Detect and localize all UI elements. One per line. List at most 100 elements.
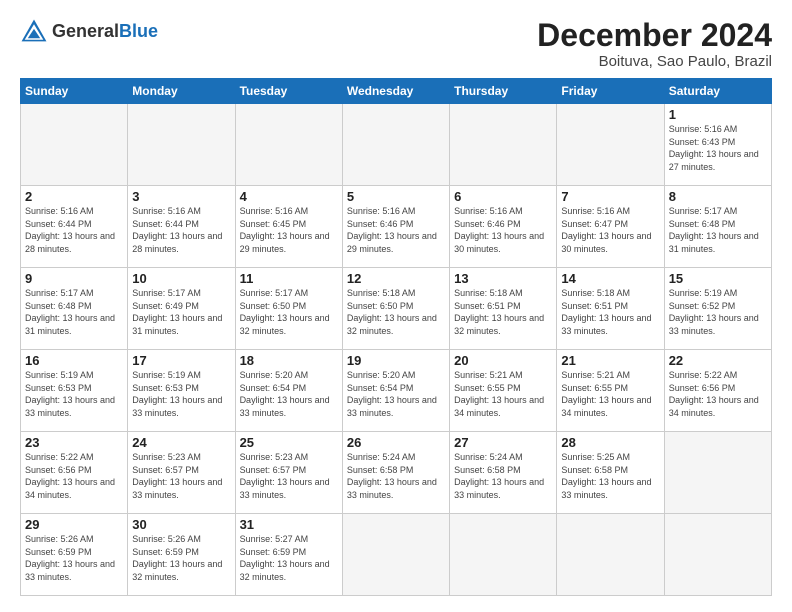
day-info: Sunrise: 5:18 AMSunset: 6:50 PMDaylight:…: [347, 288, 437, 336]
day-info: Sunrise: 5:24 AMSunset: 6:58 PMDaylight:…: [347, 452, 437, 500]
day-info: Sunrise: 5:19 AMSunset: 6:53 PMDaylight:…: [25, 370, 115, 418]
day-number: 27: [454, 435, 552, 450]
calendar-cell: [21, 104, 128, 186]
calendar-week-2: 9 Sunrise: 5:17 AMSunset: 6:48 PMDayligh…: [21, 268, 772, 350]
calendar-cell: 17 Sunrise: 5:19 AMSunset: 6:53 PMDaylig…: [128, 350, 235, 432]
calendar-cell: 29 Sunrise: 5:26 AMSunset: 6:59 PMDaylig…: [21, 514, 128, 596]
day-number: 28: [561, 435, 659, 450]
day-info: Sunrise: 5:17 AMSunset: 6:49 PMDaylight:…: [132, 288, 222, 336]
calendar-cell: 23 Sunrise: 5:22 AMSunset: 6:56 PMDaylig…: [21, 432, 128, 514]
day-info: Sunrise: 5:16 AMSunset: 6:45 PMDaylight:…: [240, 206, 330, 254]
day-info: Sunrise: 5:21 AMSunset: 6:55 PMDaylight:…: [454, 370, 544, 418]
calendar-cell: 20 Sunrise: 5:21 AMSunset: 6:55 PMDaylig…: [450, 350, 557, 432]
day-number: 4: [240, 189, 338, 204]
day-number: 29: [25, 517, 123, 532]
day-info: Sunrise: 5:16 AMSunset: 6:43 PMDaylight:…: [669, 124, 759, 172]
title-area: December 2024 Boituva, Sao Paulo, Brazil: [537, 18, 772, 70]
day-info: Sunrise: 5:21 AMSunset: 6:55 PMDaylight:…: [561, 370, 651, 418]
day-number: 23: [25, 435, 123, 450]
calendar-week-4: 23 Sunrise: 5:22 AMSunset: 6:56 PMDaylig…: [21, 432, 772, 514]
calendar-cell: [450, 104, 557, 186]
day-info: Sunrise: 5:27 AMSunset: 6:59 PMDaylight:…: [240, 534, 330, 582]
calendar-cell: [557, 514, 664, 596]
calendar-table: SundayMondayTuesdayWednesdayThursdayFrid…: [20, 78, 772, 596]
header: GeneralBlue December 2024 Boituva, Sao P…: [20, 18, 772, 70]
day-number: 19: [347, 353, 445, 368]
calendar-cell: 21 Sunrise: 5:21 AMSunset: 6:55 PMDaylig…: [557, 350, 664, 432]
day-info: Sunrise: 5:18 AMSunset: 6:51 PMDaylight:…: [561, 288, 651, 336]
day-header-friday: Friday: [557, 79, 664, 104]
day-number: 15: [669, 271, 767, 286]
calendar-week-3: 16 Sunrise: 5:19 AMSunset: 6:53 PMDaylig…: [21, 350, 772, 432]
day-number: 8: [669, 189, 767, 204]
calendar-cell: [664, 432, 771, 514]
day-info: Sunrise: 5:26 AMSunset: 6:59 PMDaylight:…: [132, 534, 222, 582]
day-number: 6: [454, 189, 552, 204]
day-number: 22: [669, 353, 767, 368]
calendar-cell: 11 Sunrise: 5:17 AMSunset: 6:50 PMDaylig…: [235, 268, 342, 350]
calendar-cell: 18 Sunrise: 5:20 AMSunset: 6:54 PMDaylig…: [235, 350, 342, 432]
calendar-cell: [342, 514, 449, 596]
calendar-cell: 6 Sunrise: 5:16 AMSunset: 6:46 PMDayligh…: [450, 186, 557, 268]
day-info: Sunrise: 5:16 AMSunset: 6:44 PMDaylight:…: [132, 206, 222, 254]
day-number: 5: [347, 189, 445, 204]
day-number: 1: [669, 107, 767, 122]
logo-text: GeneralBlue: [52, 22, 158, 42]
day-header-sunday: Sunday: [21, 79, 128, 104]
day-number: 13: [454, 271, 552, 286]
day-info: Sunrise: 5:19 AMSunset: 6:53 PMDaylight:…: [132, 370, 222, 418]
day-info: Sunrise: 5:16 AMSunset: 6:46 PMDaylight:…: [347, 206, 437, 254]
logo-general: General: [52, 22, 119, 42]
day-info: Sunrise: 5:20 AMSunset: 6:54 PMDaylight:…: [240, 370, 330, 418]
day-header-wednesday: Wednesday: [342, 79, 449, 104]
day-info: Sunrise: 5:16 AMSunset: 6:46 PMDaylight:…: [454, 206, 544, 254]
day-number: 7: [561, 189, 659, 204]
month-title: December 2024: [537, 18, 772, 53]
calendar-week-1: 2 Sunrise: 5:16 AMSunset: 6:44 PMDayligh…: [21, 186, 772, 268]
calendar-cell: 19 Sunrise: 5:20 AMSunset: 6:54 PMDaylig…: [342, 350, 449, 432]
logo-blue: Blue: [119, 22, 158, 42]
day-number: 20: [454, 353, 552, 368]
calendar-cell: [128, 104, 235, 186]
day-number: 16: [25, 353, 123, 368]
calendar-cell: 22 Sunrise: 5:22 AMSunset: 6:56 PMDaylig…: [664, 350, 771, 432]
day-number: 31: [240, 517, 338, 532]
day-number: 26: [347, 435, 445, 450]
location-subtitle: Boituva, Sao Paulo, Brazil: [537, 53, 772, 70]
day-number: 14: [561, 271, 659, 286]
calendar-cell: 2 Sunrise: 5:16 AMSunset: 6:44 PMDayligh…: [21, 186, 128, 268]
header-row: SundayMondayTuesdayWednesdayThursdayFrid…: [21, 79, 772, 104]
day-header-thursday: Thursday: [450, 79, 557, 104]
day-number: 25: [240, 435, 338, 450]
day-number: 24: [132, 435, 230, 450]
day-info: Sunrise: 5:17 AMSunset: 6:50 PMDaylight:…: [240, 288, 330, 336]
day-info: Sunrise: 5:23 AMSunset: 6:57 PMDaylight:…: [132, 452, 222, 500]
calendar-cell: 5 Sunrise: 5:16 AMSunset: 6:46 PMDayligh…: [342, 186, 449, 268]
calendar-cell: 8 Sunrise: 5:17 AMSunset: 6:48 PMDayligh…: [664, 186, 771, 268]
calendar-cell: [450, 514, 557, 596]
day-number: 3: [132, 189, 230, 204]
day-info: Sunrise: 5:20 AMSunset: 6:54 PMDaylight:…: [347, 370, 437, 418]
calendar-cell: 31 Sunrise: 5:27 AMSunset: 6:59 PMDaylig…: [235, 514, 342, 596]
calendar-cell: 16 Sunrise: 5:19 AMSunset: 6:53 PMDaylig…: [21, 350, 128, 432]
calendar-cell: 10 Sunrise: 5:17 AMSunset: 6:49 PMDaylig…: [128, 268, 235, 350]
page: GeneralBlue December 2024 Boituva, Sao P…: [0, 0, 792, 612]
calendar-cell: 14 Sunrise: 5:18 AMSunset: 6:51 PMDaylig…: [557, 268, 664, 350]
calendar-cell: 26 Sunrise: 5:24 AMSunset: 6:58 PMDaylig…: [342, 432, 449, 514]
calendar-cell: 1 Sunrise: 5:16 AMSunset: 6:43 PMDayligh…: [664, 104, 771, 186]
logo-icon: [20, 18, 48, 46]
day-info: Sunrise: 5:17 AMSunset: 6:48 PMDaylight:…: [25, 288, 115, 336]
day-info: Sunrise: 5:26 AMSunset: 6:59 PMDaylight:…: [25, 534, 115, 582]
logo: GeneralBlue: [20, 18, 158, 46]
day-info: Sunrise: 5:22 AMSunset: 6:56 PMDaylight:…: [669, 370, 759, 418]
calendar-cell: [664, 514, 771, 596]
calendar-cell: 4 Sunrise: 5:16 AMSunset: 6:45 PMDayligh…: [235, 186, 342, 268]
calendar-cell: 27 Sunrise: 5:24 AMSunset: 6:58 PMDaylig…: [450, 432, 557, 514]
day-number: 18: [240, 353, 338, 368]
calendar-cell: 24 Sunrise: 5:23 AMSunset: 6:57 PMDaylig…: [128, 432, 235, 514]
calendar-cell: 25 Sunrise: 5:23 AMSunset: 6:57 PMDaylig…: [235, 432, 342, 514]
day-header-monday: Monday: [128, 79, 235, 104]
calendar-week-5: 29 Sunrise: 5:26 AMSunset: 6:59 PMDaylig…: [21, 514, 772, 596]
calendar-cell: 9 Sunrise: 5:17 AMSunset: 6:48 PMDayligh…: [21, 268, 128, 350]
day-info: Sunrise: 5:25 AMSunset: 6:58 PMDaylight:…: [561, 452, 651, 500]
